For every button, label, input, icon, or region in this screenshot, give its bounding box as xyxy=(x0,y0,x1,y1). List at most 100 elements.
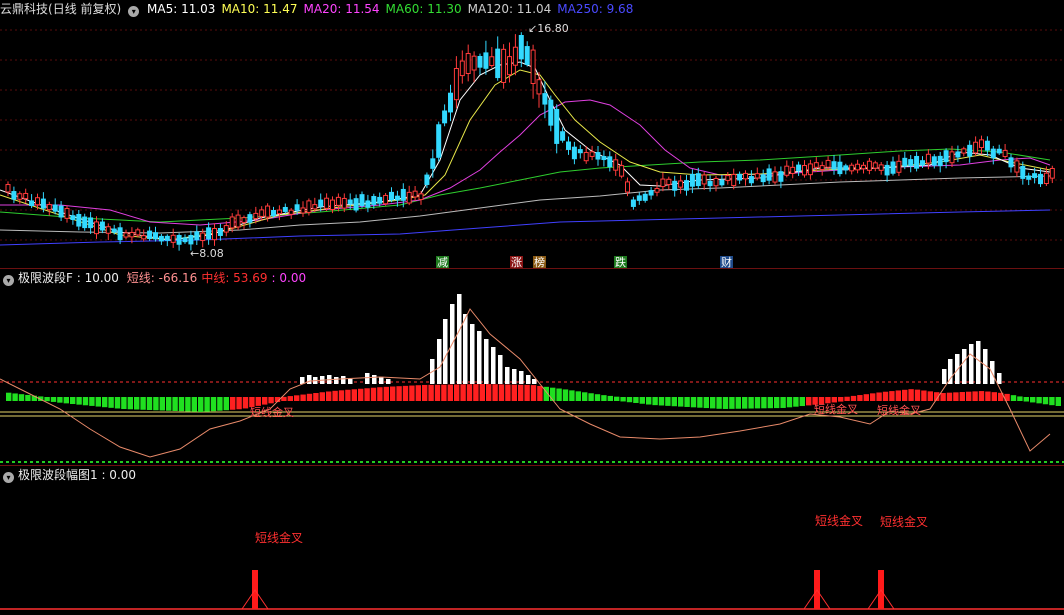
candle-body xyxy=(908,159,914,167)
midline-bar xyxy=(895,390,901,401)
midline-bar xyxy=(1049,397,1055,406)
candle-body xyxy=(536,79,542,95)
midline-bar xyxy=(358,388,364,401)
candle-body xyxy=(430,158,436,169)
candle-body xyxy=(206,227,212,240)
indicator-panel[interactable]: ▾ 极限波段F : 10.00 短线: -66.16 中线: 53.69: 0.00… xyxy=(0,269,1064,465)
candle-body xyxy=(153,232,158,240)
extreme-bar xyxy=(463,314,468,384)
candle-body xyxy=(64,208,70,219)
candle-body xyxy=(973,141,979,154)
candle-body xyxy=(282,206,288,212)
midline-bar xyxy=(1055,397,1061,406)
candle-body xyxy=(878,164,884,171)
midline-bar xyxy=(972,391,978,401)
indicator-toggle-icon[interactable]: ▾ xyxy=(3,275,14,286)
midline-bar xyxy=(626,397,633,403)
candlestick-chart[interactable] xyxy=(0,0,1064,268)
midline-bar xyxy=(569,390,575,401)
midline-bar xyxy=(607,395,613,401)
period-label: (日线 前复权) xyxy=(48,2,122,16)
midline-bar xyxy=(172,397,178,411)
candle-body xyxy=(872,162,878,169)
candle-body xyxy=(489,56,495,67)
candle-body xyxy=(837,161,843,175)
candle-body xyxy=(766,168,772,181)
midline-bar xyxy=(236,397,242,410)
extreme-bar xyxy=(365,373,370,384)
candle-body xyxy=(170,234,176,243)
candle-body xyxy=(967,144,973,157)
midline-bar xyxy=(799,397,805,407)
midline-bar xyxy=(326,391,332,401)
candle-body xyxy=(235,214,241,228)
midline-bar xyxy=(204,397,210,412)
candle-body xyxy=(760,174,766,183)
candle-body xyxy=(583,151,589,162)
extreme-bar xyxy=(470,324,475,384)
amplitude-toggle-icon[interactable]: ▾ xyxy=(3,472,14,483)
candle-body xyxy=(353,198,359,211)
amplitude-chart[interactable] xyxy=(0,466,1064,615)
candle-body xyxy=(642,193,648,201)
candle-body xyxy=(359,194,365,207)
candle-body xyxy=(507,56,512,76)
candle-body xyxy=(979,139,984,148)
candle-body xyxy=(123,232,129,238)
candle-body xyxy=(265,205,271,218)
candle-body xyxy=(577,149,583,154)
midline-bar xyxy=(876,392,882,401)
candle-body xyxy=(306,200,312,213)
candle-body xyxy=(52,204,58,212)
candle-body xyxy=(630,199,636,207)
candle-body xyxy=(182,237,188,243)
candle-body xyxy=(607,156,613,168)
low-price-label: ←8.08 xyxy=(190,247,224,260)
midline-bar xyxy=(620,397,626,402)
midline-bar xyxy=(396,386,402,401)
indicator-chart[interactable] xyxy=(0,269,1064,465)
candle-body xyxy=(335,196,341,206)
extreme-bar xyxy=(997,373,1002,384)
midline-bar xyxy=(428,384,434,401)
settings-toggle-icon[interactable]: ▾ xyxy=(128,6,140,17)
midline-bar xyxy=(774,397,780,409)
midline-bar xyxy=(857,395,863,401)
midline-bar xyxy=(658,397,665,406)
midline-bar xyxy=(671,397,677,407)
candle-body xyxy=(920,160,925,166)
midline-bar xyxy=(306,393,313,401)
midline-bar xyxy=(991,392,997,401)
ma-legend-item: MA60: 11.30 xyxy=(385,2,462,16)
midline-bar xyxy=(646,397,652,405)
extreme-bar xyxy=(372,375,377,384)
candle-body xyxy=(701,174,707,185)
candle-body xyxy=(542,93,548,105)
extreme-bar xyxy=(484,339,489,384)
midline-bar xyxy=(409,385,415,401)
candle-body xyxy=(117,227,123,241)
candle-body xyxy=(46,204,52,211)
candle-body xyxy=(176,235,182,245)
candle-body xyxy=(23,192,29,200)
midline-bar xyxy=(166,397,172,411)
candle-body xyxy=(672,180,678,191)
candle-body xyxy=(341,197,347,209)
extreme-bar xyxy=(962,349,967,384)
candle-body xyxy=(589,151,595,157)
midline-bar xyxy=(1023,397,1029,402)
extreme-bar xyxy=(498,355,503,384)
midline-bar xyxy=(268,397,274,404)
midline-bar xyxy=(614,396,620,401)
midline-bar xyxy=(575,391,581,401)
midline-bar xyxy=(223,397,229,411)
amplitude-panel[interactable]: ▾ 极限波段幅图1 : 0.00 短线金叉 短线金叉 短线金叉 xyxy=(0,466,1064,615)
candle-body xyxy=(931,156,937,166)
ma-legend-item: MA250: 9.68 xyxy=(557,2,634,16)
candle-body xyxy=(217,227,223,236)
midline-bar xyxy=(505,384,511,401)
indicator-title: 极限波段F : 10.00 xyxy=(18,271,119,285)
main-price-panel[interactable]: 云鼎科技(日线 前复权) ▾ MA5: 11.03 MA10: 11.47 MA20:… xyxy=(0,0,1064,269)
midline-bar xyxy=(25,394,31,401)
midline-bar xyxy=(735,397,741,409)
